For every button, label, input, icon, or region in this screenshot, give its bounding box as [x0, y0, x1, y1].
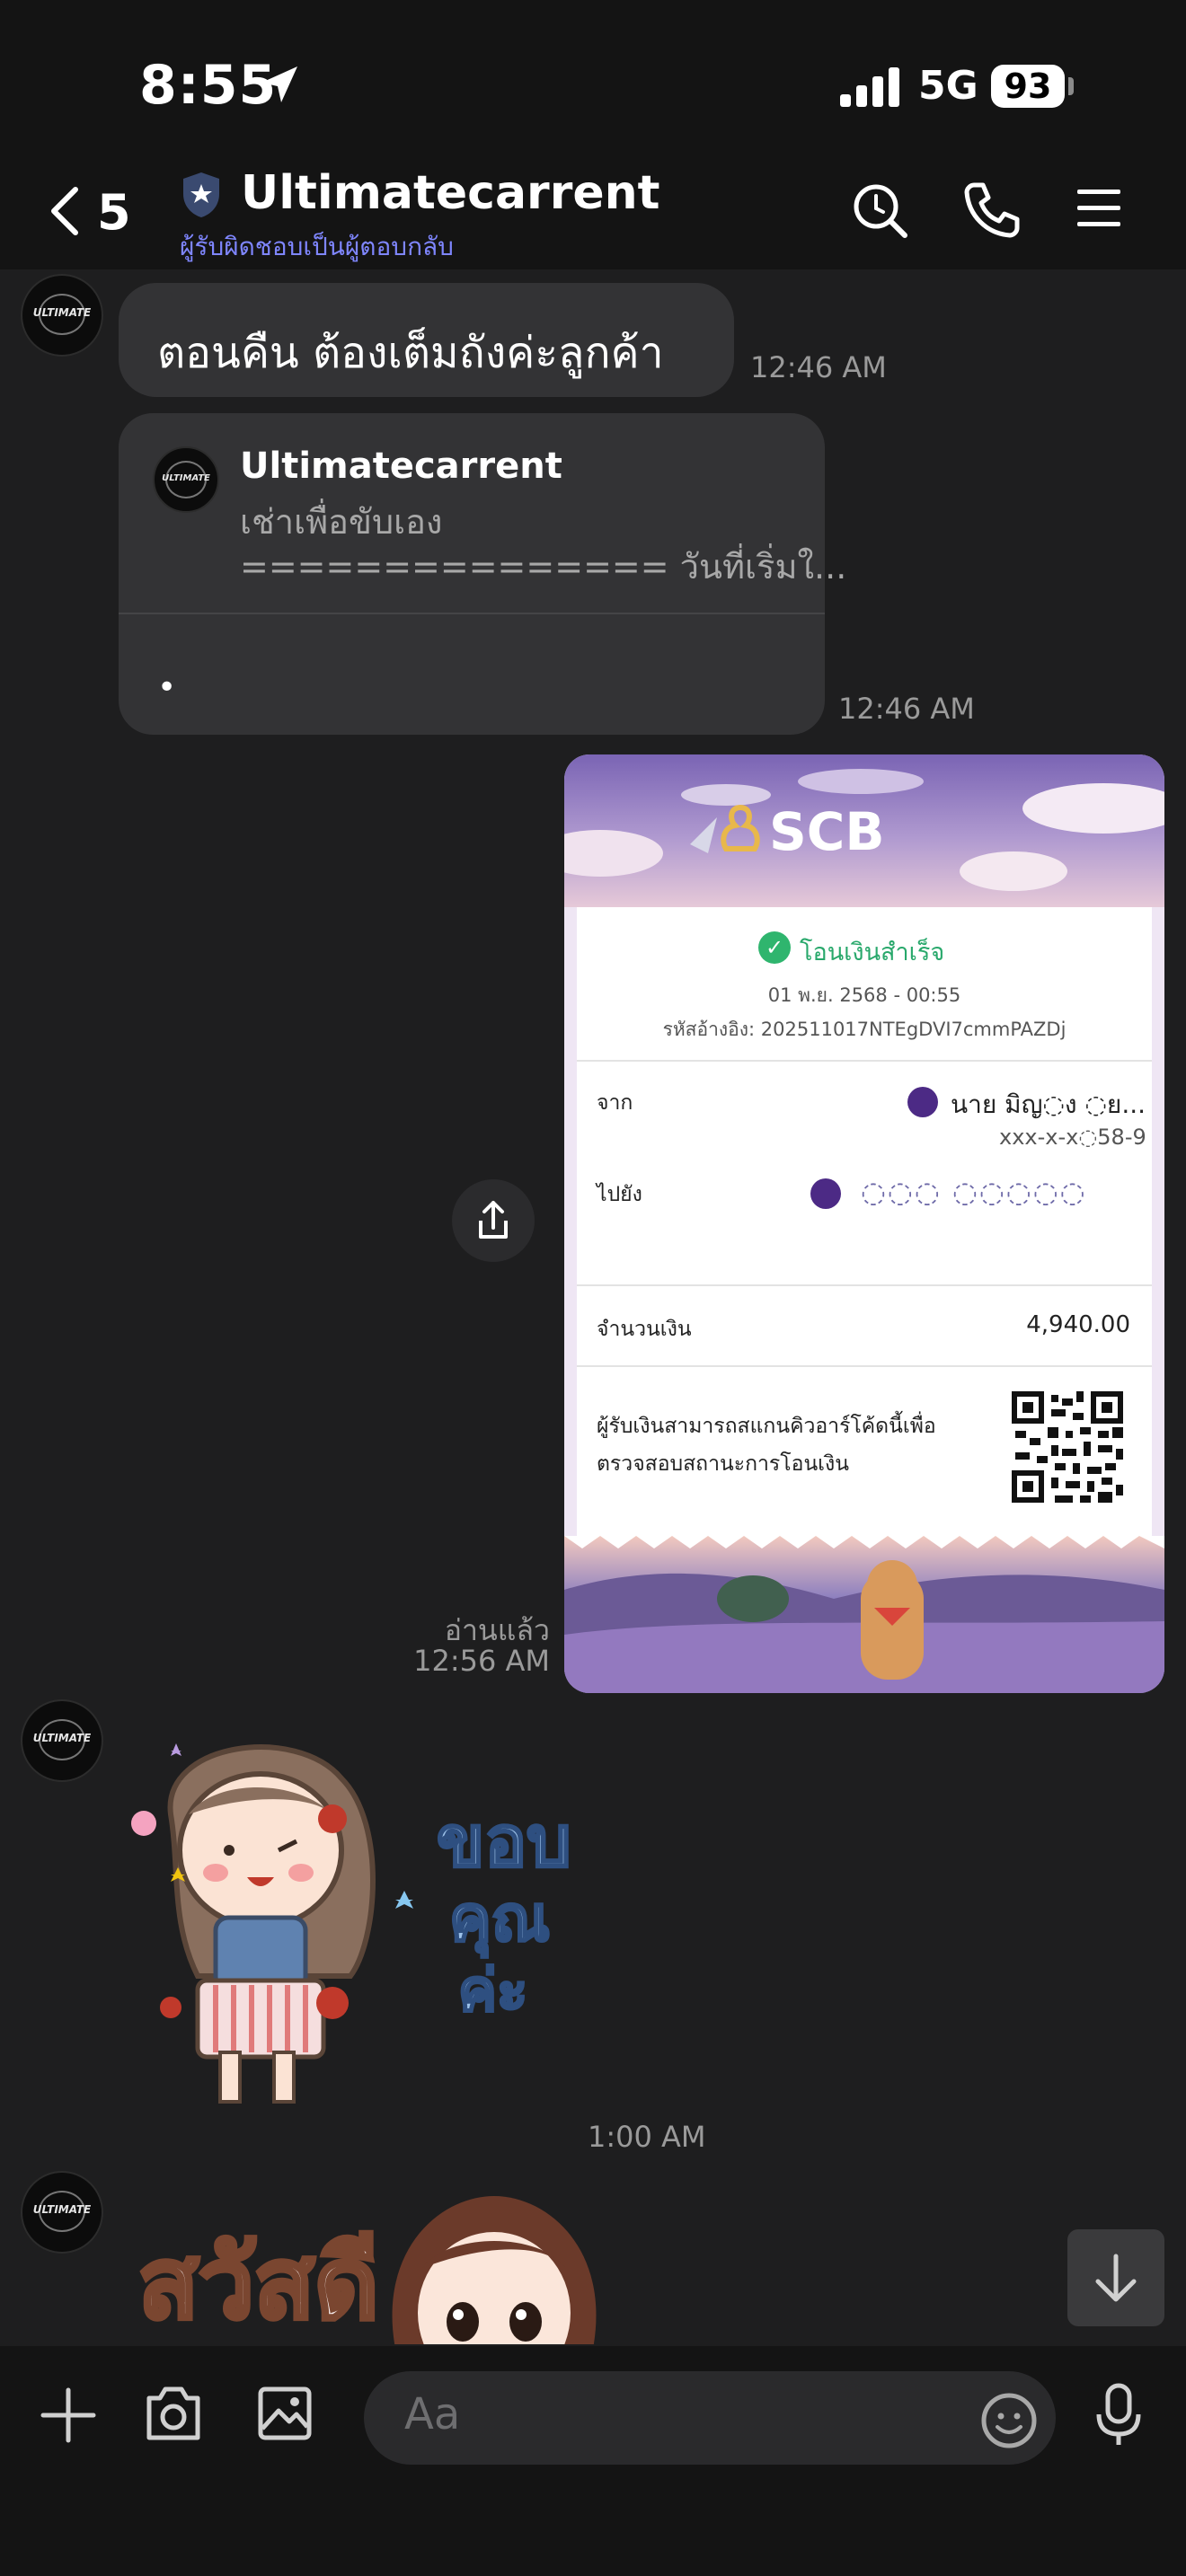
phone-icon[interactable] — [961, 180, 1021, 243]
sticker-text: ค่ะ — [456, 1957, 528, 2026]
transfer-date: 01 พ.ย. 2568 - 00:55 — [767, 984, 961, 1006]
quote-sender: Ultimatecarrent — [240, 446, 562, 487]
message-input[interactable] — [364, 2371, 1056, 2465]
location-arrow-icon — [256, 63, 301, 111]
camera-icon[interactable] — [144, 2382, 203, 2448]
share-button[interactable] — [452, 1179, 535, 1262]
sender-name: นาย มิญ◌ง ◌ย... — [951, 1090, 1146, 1119]
scb-logo-icon — [717, 804, 764, 858]
receipt-divider — [577, 1365, 1152, 1367]
microphone-icon[interactable] — [1092, 2382, 1146, 2452]
sticker-thank-you[interactable]: ขอบ คุณ ค่ะ — [117, 1707, 602, 2174]
battery-tip — [1068, 77, 1074, 95]
recipient-name: ◌◌◌ ◌◌◌◌◌ — [861, 1175, 1087, 1209]
message-time: 12:56 AM — [413, 1644, 550, 1678]
sticker-hello[interactable]: สวัสดี — [117, 2178, 620, 2344]
chat-title[interactable]: Ultimatecarrent — [241, 166, 659, 220]
image-icon[interactable] — [255, 2382, 314, 2448]
amount-value: 4,940.00 — [1026, 1311, 1130, 1338]
message-text: ตอนคืน ต้องเต็มถังค่ะลูกค้า — [157, 328, 664, 378]
shield-icon — [180, 171, 223, 223]
bank-logo: SCB — [769, 801, 885, 862]
qr-note: ผู้รับเงินสามารถสแกนคิวอาร์โค้ดนี้เพื่อ — [597, 1415, 936, 1438]
signal-icon — [840, 67, 903, 110]
amount-label: จำนวนเงิน — [597, 1318, 692, 1341]
quote-avatar: ULTIMATE — [153, 446, 219, 513]
receipt-divider — [577, 1284, 1152, 1286]
message-time: 12:46 AM — [750, 350, 887, 384]
scroll-down-button[interactable] — [1067, 2229, 1164, 2326]
bank-icon — [810, 1178, 841, 1209]
quote-divider — [119, 613, 825, 614]
sender-account: xxx-x-x◌58-9 — [999, 1125, 1146, 1150]
avatar[interactable]: ULTIMATE — [21, 274, 103, 357]
bank-icon — [907, 1087, 938, 1117]
to-label: ไปยัง — [597, 1183, 642, 1206]
plus-icon[interactable] — [40, 2386, 97, 2448]
emoji-icon[interactable] — [979, 2391, 1039, 2454]
qr-note: ตรวจสอบสถานะการโอนเงิน — [597, 1452, 849, 1476]
sticker-text: สวัสดี — [136, 2224, 380, 2343]
network-type: 5G — [918, 63, 978, 109]
quote-line: =============== วันที่เริ่มใ... — [240, 547, 847, 587]
message-time: 12:46 AM — [838, 692, 975, 726]
message-placeholder: Aa — [404, 2389, 461, 2439]
battery-level: 93 — [991, 65, 1065, 108]
transfer-reference: รหัสอ้างอิง: 202511017NTEgDVI7cmmPAZDj — [662, 1019, 1067, 1040]
from-label: จาก — [597, 1091, 633, 1115]
receipt-landscape — [564, 1536, 1164, 1693]
unread-count[interactable]: 5 — [97, 184, 131, 241]
transfer-status: โอนเงินสำเร็จ — [800, 939, 945, 966]
check-icon: ✓ — [758, 931, 791, 964]
menu-icon[interactable] — [1074, 186, 1124, 234]
avatar[interactable]: ULTIMATE — [21, 2171, 103, 2254]
transfer-receipt-image[interactable]: SCB ✓ โอนเงินสำเร็จ 01 พ.ย. 2568 - 00:55… — [564, 754, 1164, 1693]
back-icon[interactable] — [45, 184, 84, 242]
message-text: • — [157, 669, 177, 706]
search-icon[interactable] — [849, 180, 912, 246]
message-time: 1:00 AM — [588, 2120, 706, 2154]
qr-code-icon — [1008, 1388, 1127, 1506]
chat-subtitle: ผู้รับผิดชอบเป็นผู้ตอบกลับ — [180, 232, 454, 261]
avatar[interactable]: ULTIMATE — [21, 1699, 103, 1782]
receipt-divider — [577, 1060, 1152, 1062]
